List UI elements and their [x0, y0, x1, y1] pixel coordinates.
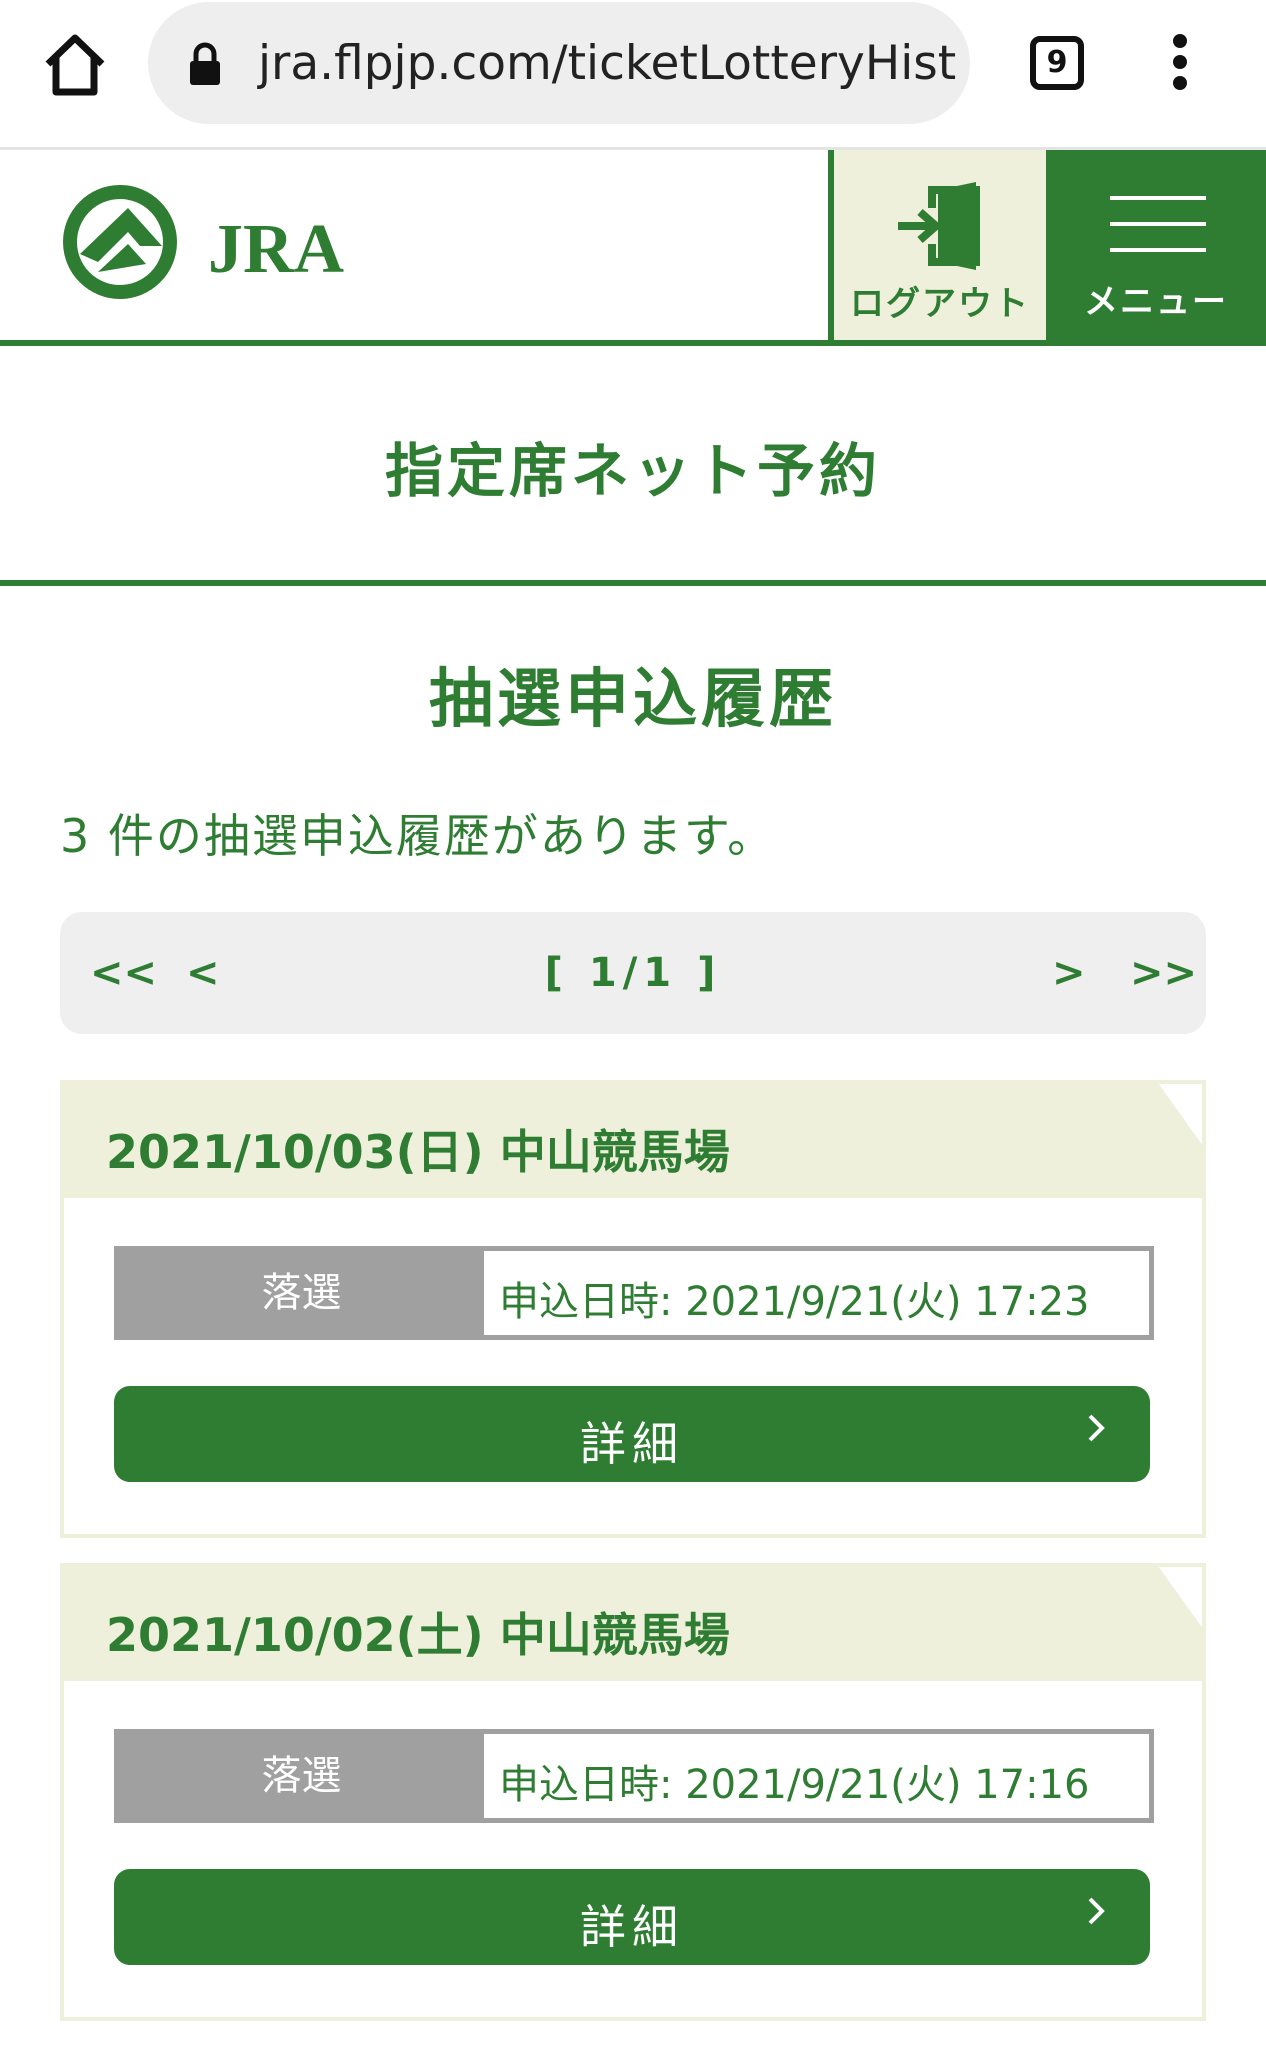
pagination-last[interactable]: >>: [1130, 950, 1197, 996]
service-title-band: 指定席ネット予約: [0, 346, 1266, 586]
hamburger-icon: [1110, 196, 1206, 256]
detail-button-label: 詳細: [580, 1900, 684, 1954]
more-options-icon[interactable]: [1160, 34, 1200, 94]
lottery-entry-card: 2021/10/03(日) 中山競馬場 落選 申込日時: 2021/9/21(火…: [60, 1080, 1206, 1538]
result-row: 落選 申込日時: 2021/9/21(火) 17:16: [114, 1729, 1154, 1823]
logout-icon: [892, 178, 988, 274]
applied-datetime: 申込日時: 2021/9/21(火) 17:16: [499, 1762, 1090, 1808]
card-header: 2021/10/03(日) 中山競馬場: [60, 1080, 1206, 1198]
site-header: JRA ログアウト メニュー: [0, 150, 1266, 346]
detail-button-label: 詳細: [580, 1417, 684, 1471]
lock-icon: [188, 42, 222, 86]
chevron-right-icon: [1084, 1893, 1108, 1929]
logout-label: ログアウト: [850, 284, 1030, 324]
service-title: 指定席ネット予約: [384, 437, 881, 505]
browser-toolbar: jra.flpjp.com/ticketLotteryHist 9: [0, 0, 1266, 150]
pagination-current: [ 1/1 ]: [544, 950, 722, 996]
result-count: 3 件の抽選申込履歴があります。: [60, 809, 776, 863]
home-icon[interactable]: [40, 30, 110, 100]
lottery-entry-card: 2021/10/02(土) 中山競馬場 落選 申込日時: 2021/9/21(火…: [60, 1563, 1206, 2021]
result-row: 落選 申込日時: 2021/9/21(火) 17:23: [114, 1246, 1154, 1340]
tab-switcher-button[interactable]: 9: [1030, 36, 1084, 90]
chevron-right-icon: [1084, 1410, 1108, 1446]
page-title: 抽選申込履歴: [429, 663, 837, 737]
menu-label: メニュー: [1084, 282, 1228, 322]
detail-button[interactable]: 詳細: [114, 1386, 1150, 1482]
menu-button[interactable]: メニュー: [1046, 150, 1266, 340]
entry-date-venue: 2021/10/02(土) 中山競馬場: [106, 1608, 730, 1662]
status-badge: 落選: [119, 1251, 484, 1335]
jra-logo[interactable]: JRA: [58, 184, 378, 304]
detail-button[interactable]: 詳細: [114, 1869, 1150, 1965]
entry-date-venue: 2021/10/03(日) 中山競馬場: [106, 1125, 730, 1179]
status-badge: 落選: [119, 1734, 484, 1818]
url-text: jra.flpjp.com/ticketLotteryHist: [258, 36, 957, 91]
card-header: 2021/10/02(土) 中山競馬場: [60, 1563, 1206, 1681]
pagination: << < [ 1/1 ] > >>: [60, 912, 1206, 1034]
logo-wordmark: JRA: [208, 211, 345, 288]
applied-datetime: 申込日時: 2021/9/21(火) 17:23: [499, 1279, 1090, 1325]
pagination-next[interactable]: >: [1052, 950, 1086, 996]
address-bar[interactable]: jra.flpjp.com/ticketLotteryHist: [148, 2, 970, 124]
logout-button[interactable]: ログアウト: [828, 150, 1046, 340]
